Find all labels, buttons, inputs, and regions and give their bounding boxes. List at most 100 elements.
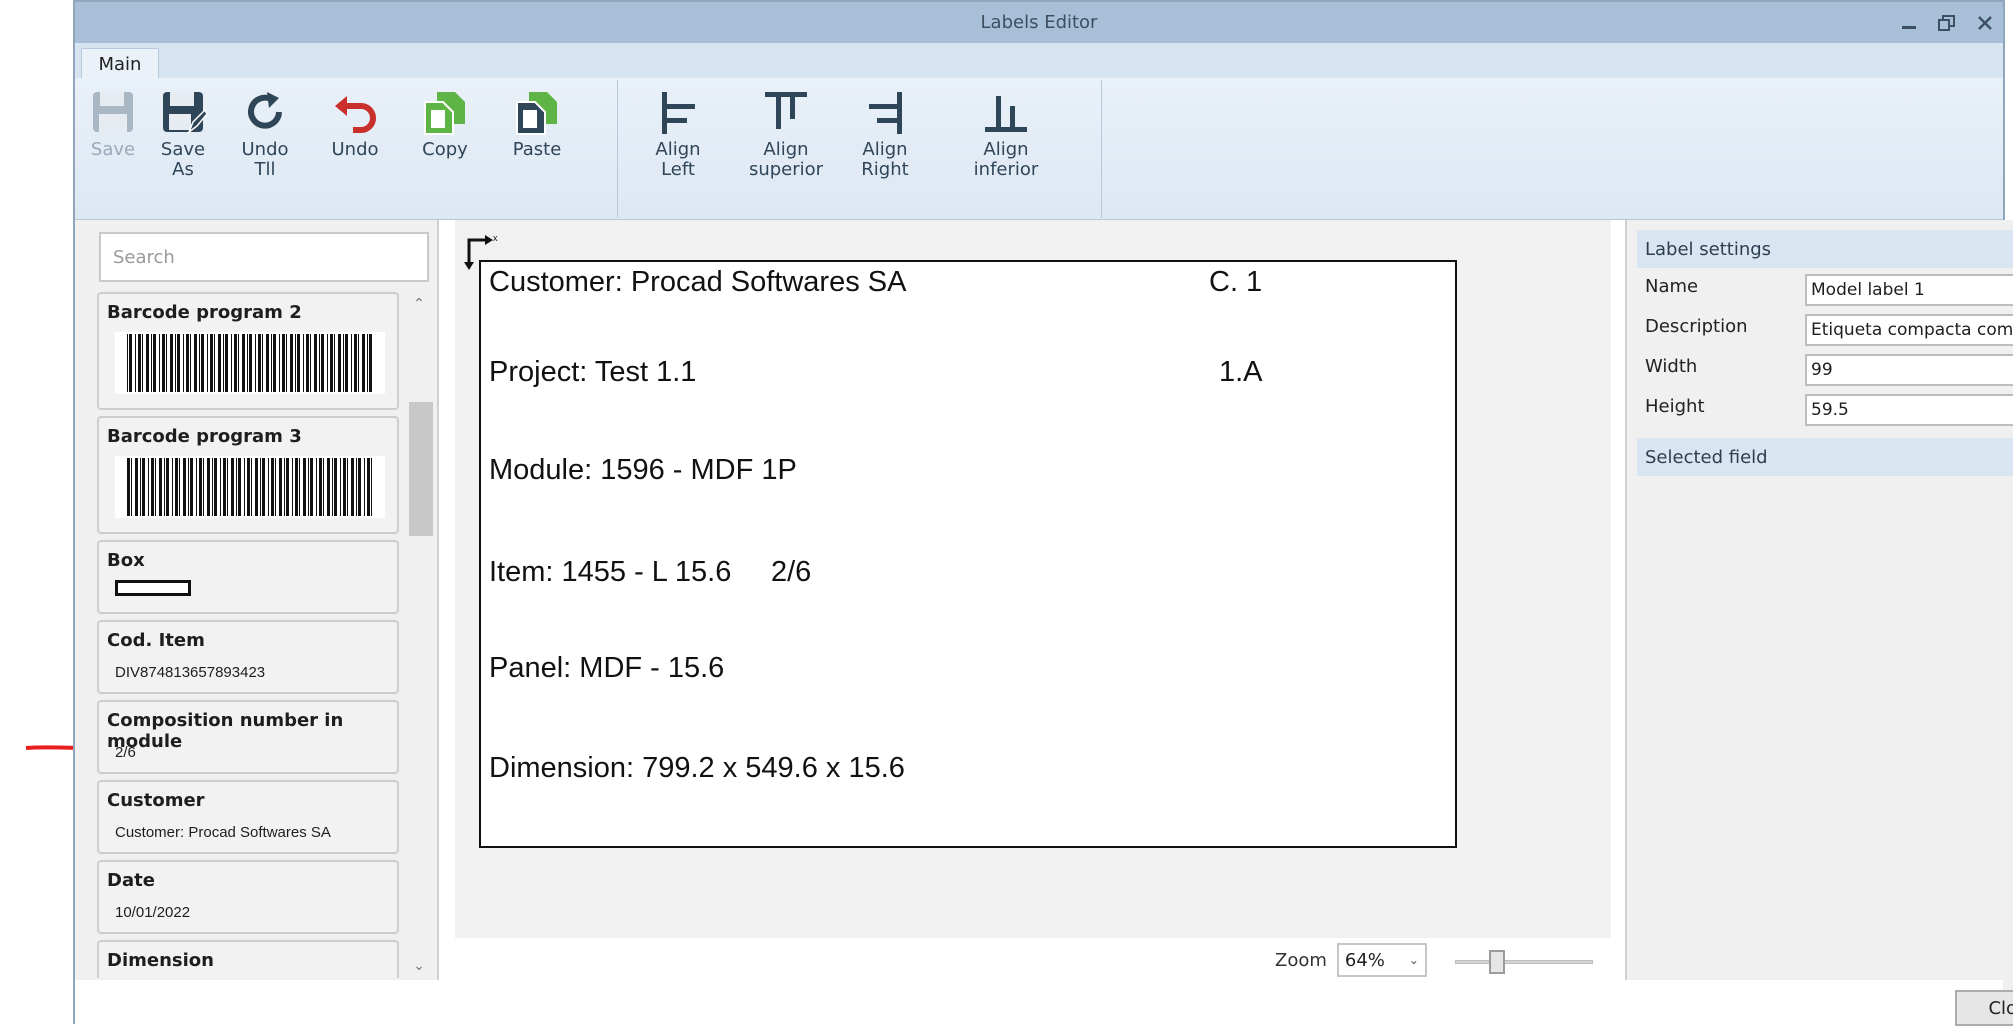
barcode-bar bbox=[236, 458, 237, 516]
barcode-bar bbox=[340, 458, 341, 516]
list-item[interactable]: Cod. Item DIV874813657893423 bbox=[97, 620, 399, 694]
barcode-bar bbox=[275, 458, 276, 516]
align-right-button[interactable]: Align Right bbox=[845, 86, 925, 180]
barcode-bar bbox=[225, 334, 228, 392]
barcode-bar bbox=[231, 458, 234, 516]
minimize-icon[interactable] bbox=[1897, 11, 1921, 35]
label-preview[interactable]: Customer: Procad Softwares SA C. 1 Proje… bbox=[479, 260, 1457, 848]
scroll-up-icon[interactable]: ⌃ bbox=[407, 292, 431, 316]
list-item[interactable]: Customer Customer: Procad Softwares SA bbox=[97, 780, 399, 854]
barcode-bar bbox=[308, 458, 309, 516]
restore-icon[interactable] bbox=[1935, 11, 1959, 35]
barcode-bar bbox=[303, 334, 304, 392]
title-bar: Labels Editor bbox=[75, 2, 2003, 43]
save-as-button[interactable]: Save As bbox=[153, 86, 213, 180]
list-item[interactable]: Dimension bbox=[97, 940, 399, 978]
barcode-bar bbox=[146, 334, 149, 392]
svg-text:Y: Y bbox=[466, 271, 472, 272]
list-item[interactable]: Box bbox=[97, 540, 399, 614]
floppy-disk-icon bbox=[87, 86, 139, 138]
barcode-bar bbox=[319, 334, 320, 392]
copy-label: Copy bbox=[422, 139, 468, 160]
field-list[interactable]: Barcode program 2 Barcode program 3 Box … bbox=[97, 292, 399, 978]
barcode-bar bbox=[286, 334, 287, 392]
field-list-scrollbar[interactable]: ⌃ ⌄ bbox=[407, 292, 433, 978]
align-left-label: Align Left bbox=[655, 139, 701, 180]
barcode-bar bbox=[321, 334, 324, 392]
description-label: Description bbox=[1645, 316, 1748, 337]
ribbon-toolbar: Save Save As Undo Tll Undo Copy Paste Al… bbox=[75, 78, 2003, 220]
label-canvas-area[interactable]: x Y Customer: Procad Softwares SA C. 1 P… bbox=[455, 220, 1611, 938]
copy-icon bbox=[419, 86, 471, 138]
undo-button[interactable]: Undo bbox=[325, 86, 385, 160]
scroll-thumb[interactable] bbox=[409, 402, 433, 536]
barcode-bar bbox=[306, 334, 309, 392]
zoom-slider[interactable] bbox=[1455, 950, 1593, 974]
search-box[interactable] bbox=[99, 232, 429, 282]
label-field-customer[interactable]: Customer: Procad Softwares SA bbox=[489, 266, 906, 299]
height-row: Height 59.5 bbox=[1637, 388, 2013, 428]
close-button[interactable]: Close bbox=[1955, 990, 2013, 1026]
list-item[interactable]: Barcode program 3 bbox=[97, 416, 399, 534]
height-label: Height bbox=[1645, 396, 1705, 417]
tab-main[interactable]: Main bbox=[81, 48, 159, 79]
ribbon-tabs: Main bbox=[75, 43, 2003, 79]
label-field-c-number[interactable]: C. 1 bbox=[1209, 266, 1262, 299]
paste-button[interactable]: Paste bbox=[507, 86, 567, 160]
scroll-down-icon[interactable]: ⌄ bbox=[407, 954, 431, 978]
barcode-bar bbox=[142, 334, 143, 392]
label-settings-header[interactable]: Label settings bbox=[1637, 230, 2013, 268]
label-field-dimension[interactable]: Dimension: 799.2 x 549.6 x 15.6 bbox=[489, 752, 905, 785]
barcode-bar bbox=[251, 458, 252, 516]
label-field-item[interactable]: Item: 1455 - L 15.6 bbox=[489, 556, 731, 589]
barcode-bar bbox=[135, 334, 136, 392]
undo-all-button[interactable]: Undo Tll bbox=[235, 86, 295, 180]
selected-field-header[interactable]: Selected field bbox=[1637, 438, 2013, 476]
align-left-button[interactable]: Align Left bbox=[643, 86, 713, 180]
field-value: 10/01/2022 bbox=[115, 904, 191, 921]
copy-button[interactable]: Copy bbox=[415, 86, 475, 160]
ribbon-separator bbox=[1101, 80, 1102, 218]
save-as-label: Save As bbox=[160, 139, 206, 180]
save-button[interactable]: Save bbox=[85, 86, 141, 160]
label-field-module[interactable]: Module: 1596 - MDF 1P bbox=[489, 454, 797, 487]
barcode-bar bbox=[273, 334, 276, 392]
zoom-slider-thumb[interactable] bbox=[1489, 950, 1505, 974]
list-item[interactable]: Barcode program 2 bbox=[97, 292, 399, 410]
barcode-bar bbox=[332, 458, 333, 516]
barcode-bar bbox=[354, 334, 357, 392]
zoom-select[interactable]: 64% ⌄ bbox=[1336, 943, 1427, 977]
barcode-bar bbox=[334, 458, 337, 516]
height-field[interactable]: 59.5 bbox=[1805, 394, 2013, 426]
label-field-project-code[interactable]: 1.A bbox=[1219, 356, 1263, 389]
width-field[interactable]: 99 bbox=[1805, 354, 2013, 386]
align-right-label: Align Right bbox=[861, 139, 909, 180]
window-title: Labels Editor bbox=[980, 12, 1098, 33]
barcode-bar bbox=[347, 458, 348, 516]
list-item[interactable]: Composition number in module 2/6 bbox=[97, 700, 399, 774]
field-value: Customer: Procad Softwares SA bbox=[115, 824, 331, 841]
barcode-bar bbox=[358, 458, 361, 516]
name-field[interactable]: Model label 1 bbox=[1805, 274, 2013, 306]
barcode-bar bbox=[199, 458, 202, 516]
undo-arrow-icon bbox=[329, 86, 381, 138]
align-inferior-button[interactable]: Align inferior bbox=[961, 86, 1051, 180]
label-field-composition[interactable]: 2/6 bbox=[771, 556, 811, 589]
barcode-bar bbox=[310, 458, 313, 516]
align-superior-button[interactable]: Align superior bbox=[741, 86, 831, 180]
label-field-project[interactable]: Project: Test 1.1 bbox=[489, 356, 696, 389]
paste-label: Paste bbox=[512, 139, 562, 160]
label-field-panel[interactable]: Panel: MDF - 15.6 bbox=[489, 652, 724, 685]
barcode-preview bbox=[115, 332, 385, 394]
close-icon[interactable] bbox=[1973, 11, 1997, 35]
barcode-bar bbox=[164, 458, 165, 516]
barcode-bar bbox=[210, 334, 213, 392]
search-input[interactable] bbox=[113, 246, 415, 268]
description-field[interactable]: Etiqueta compacta com informa bbox=[1805, 314, 2013, 346]
list-item[interactable]: Date 10/01/2022 bbox=[97, 860, 399, 934]
barcode-bar bbox=[258, 334, 261, 392]
field-title: Date bbox=[107, 870, 155, 891]
barcode-bar bbox=[223, 334, 224, 392]
align-left-icon bbox=[652, 86, 704, 138]
barcode-bar bbox=[295, 458, 298, 516]
